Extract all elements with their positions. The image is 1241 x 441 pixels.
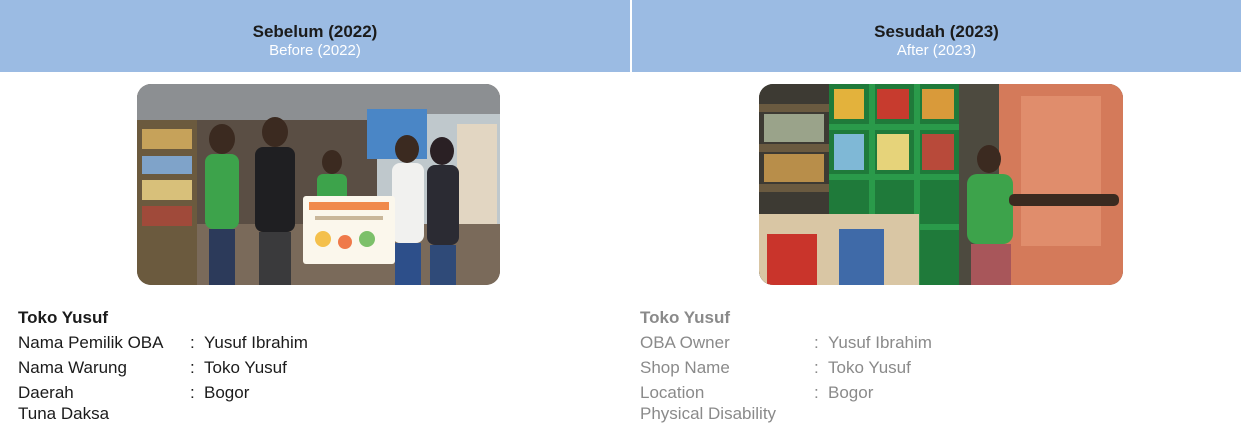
shop-name-value: Toko Yusuf [204, 358, 287, 377]
info-row-location: Location : Bogor [640, 380, 932, 405]
after-shop-info: Toko Yusuf OBA Owner : Yusuf Ibrahim Sho… [640, 306, 932, 423]
owner-value: Yusuf Ibrahim [204, 333, 308, 352]
owner-value: Yusuf Ibrahim [828, 333, 932, 352]
location-label: Daerah [18, 383, 74, 402]
shop-title: Toko Yusuf [18, 308, 109, 327]
separator: : [814, 383, 819, 402]
before-title: Sebelum (2022) [252, 22, 378, 41]
separator: : [190, 358, 195, 377]
before-photo [137, 84, 500, 285]
after-photo [759, 84, 1123, 285]
before-header: Sebelum (2022) Before (2022) [0, 0, 630, 72]
separator: : [814, 333, 819, 352]
separator: : [190, 333, 195, 352]
disability-note: Physical Disability [640, 404, 777, 423]
owner-label: OBA Owner [640, 333, 730, 352]
before-shop-info: Toko Yusuf Nama Pemilik OBA : Yusuf Ibra… [18, 306, 308, 423]
after-subtitle: After (2023) [896, 42, 977, 59]
separator: : [190, 383, 195, 402]
location-label: Location [640, 383, 705, 402]
info-row-location: Daerah : Bogor [18, 380, 308, 405]
shop-name-label: Nama Warung [18, 358, 127, 377]
shop-name-label: Shop Name [640, 358, 730, 377]
disability-note: Tuna Daksa [18, 404, 110, 423]
separator: : [814, 358, 819, 377]
shop-name-value: Toko Yusuf [828, 358, 911, 377]
info-row-shop-name: Shop Name : Toko Yusuf [640, 355, 932, 380]
after-title: Sesudah (2023) [874, 22, 999, 41]
info-row-owner: OBA Owner : Yusuf Ibrahim [640, 330, 932, 355]
shop-title: Toko Yusuf [640, 308, 731, 327]
location-value: Bogor [828, 383, 874, 402]
info-row-owner: Nama Pemilik OBA : Yusuf Ibrahim [18, 330, 308, 355]
after-header: Sesudah (2023) After (2023) [632, 0, 1241, 72]
info-row-shop-name: Nama Warung : Toko Yusuf [18, 355, 308, 380]
location-value: Bogor [204, 383, 250, 402]
before-subtitle: Before (2022) [269, 42, 361, 59]
owner-label: Nama Pemilik OBA [18, 333, 164, 352]
comparison-header: Sebelum (2022) Before (2022) Sesudah (20… [0, 0, 1241, 72]
